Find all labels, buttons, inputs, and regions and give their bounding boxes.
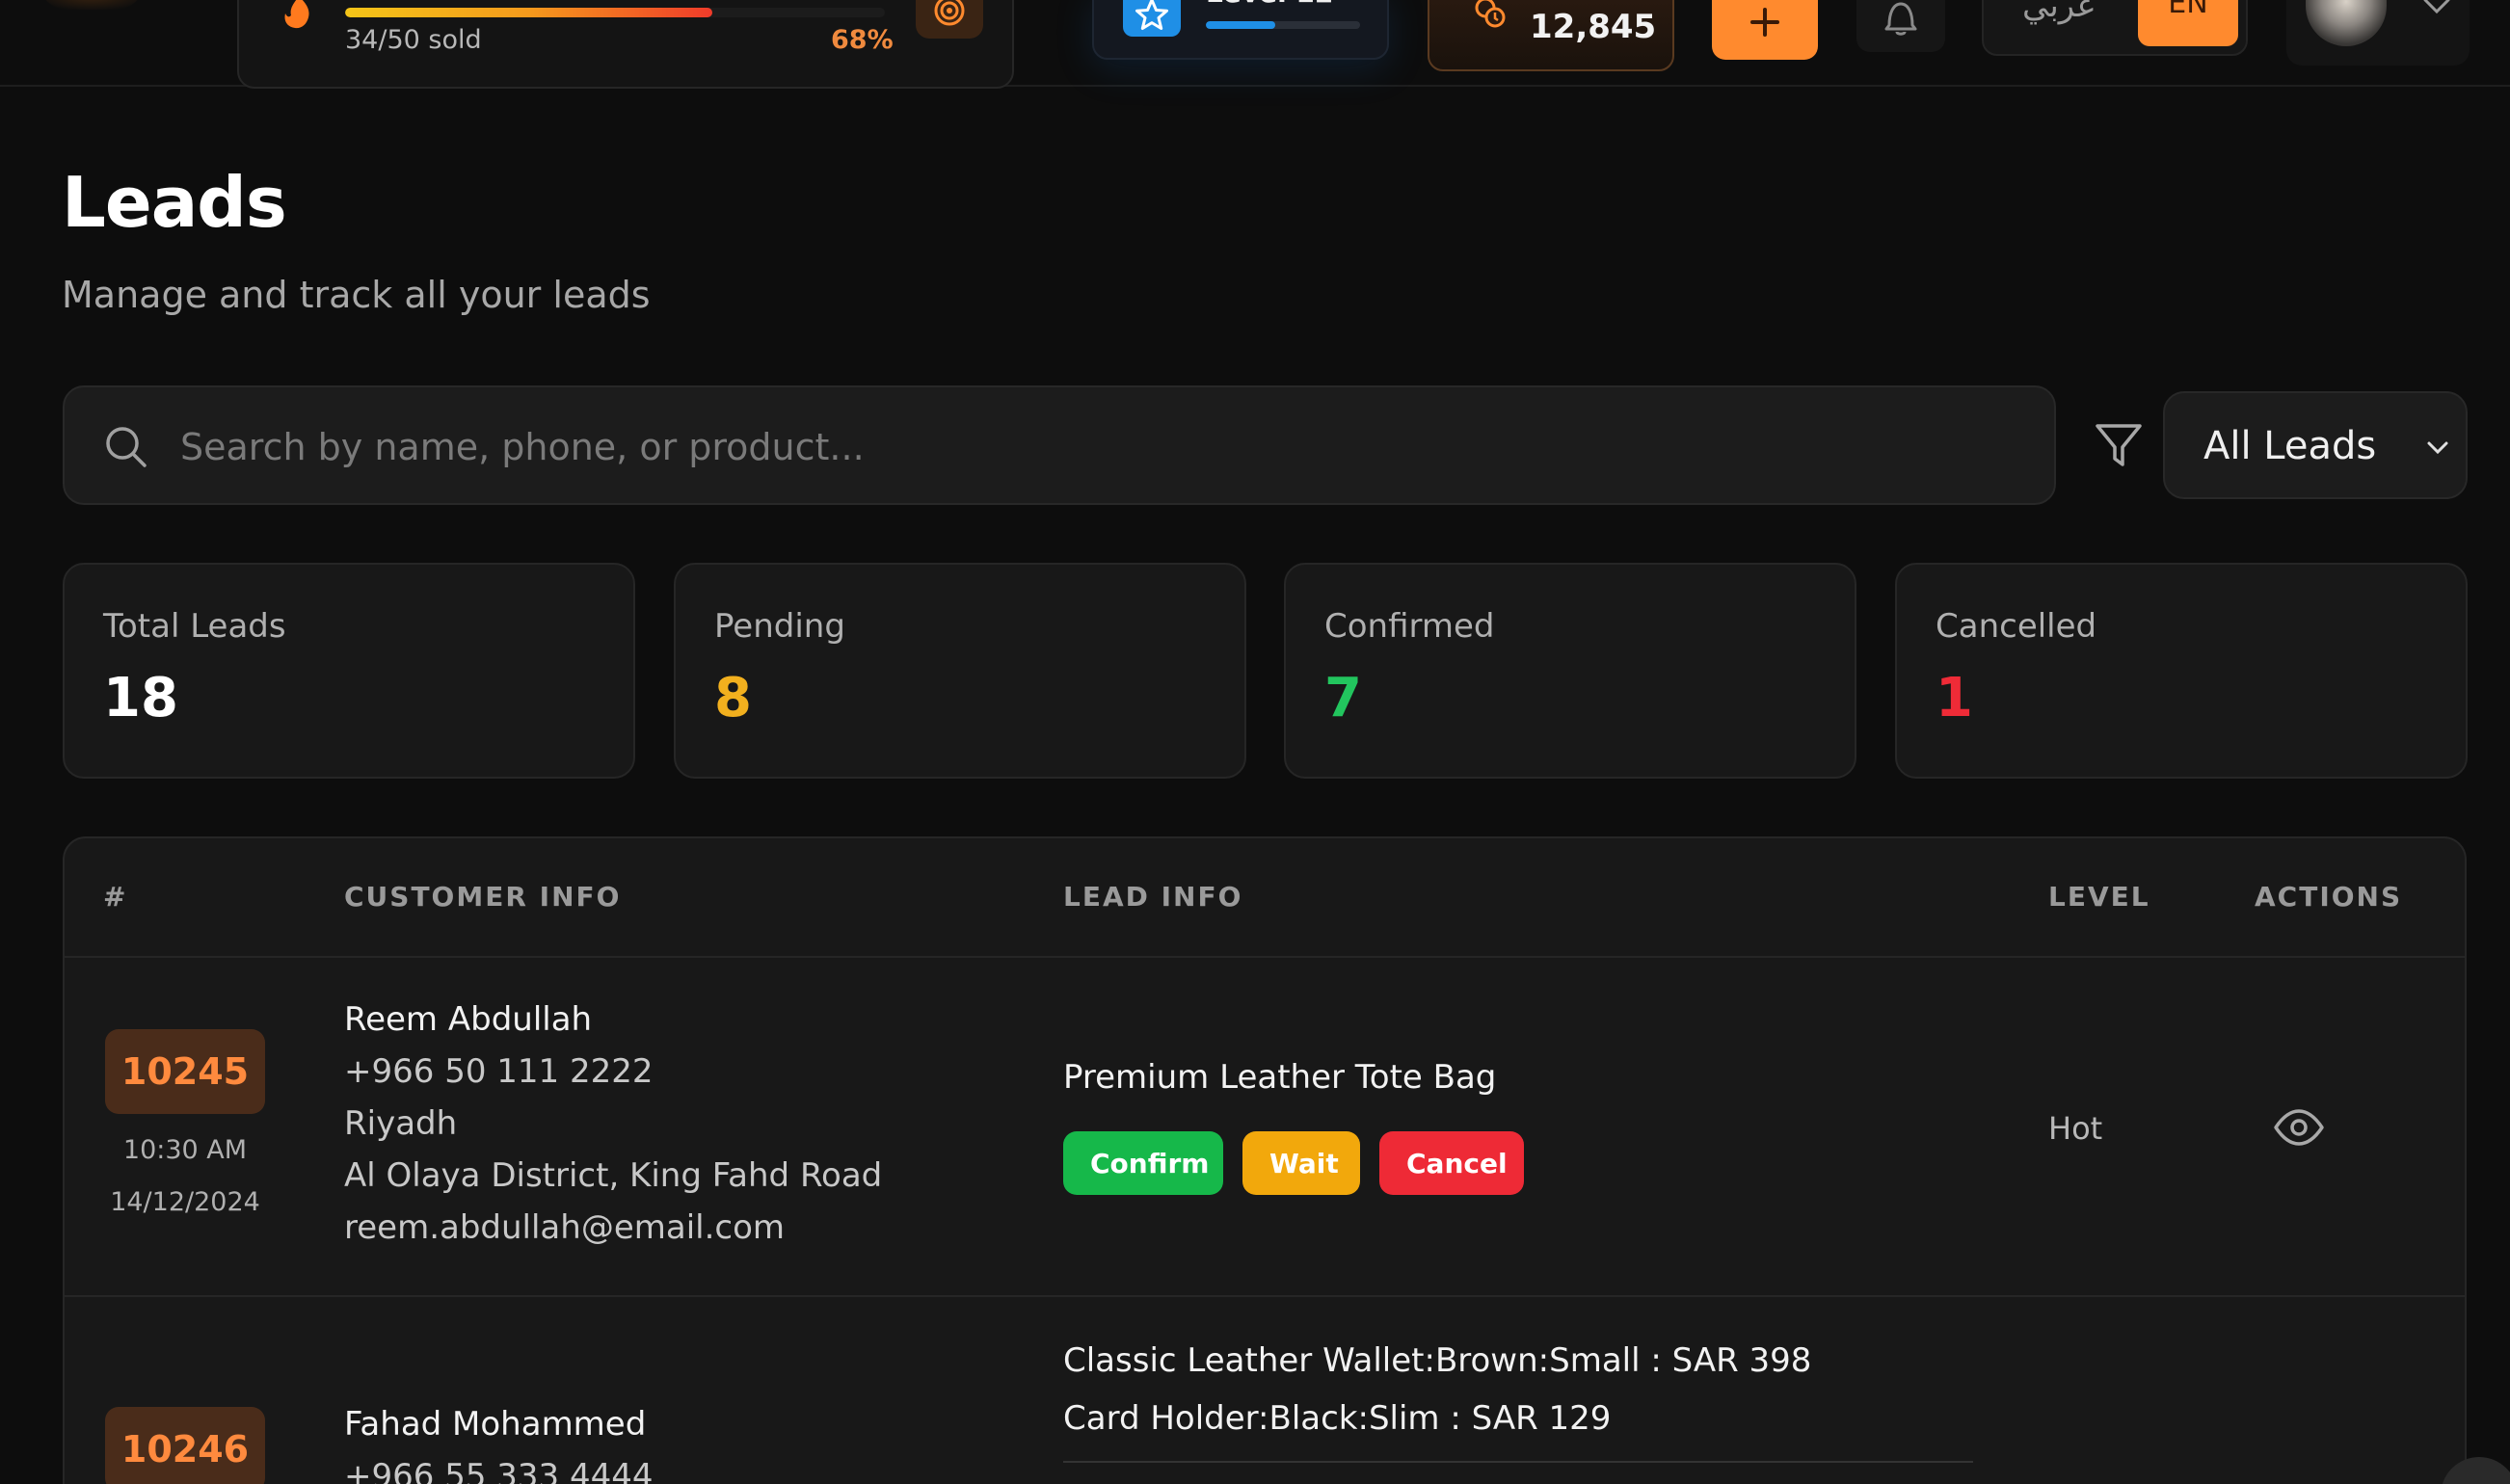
language-arabic[interactable]: عربي [2022,0,2096,25]
level-label: Level 12 [1206,0,1333,9]
column-header-customer: CUSTOMER INFO [344,881,622,913]
column-header-level: LEVEL [2048,881,2150,913]
customer-city: Riyadh [344,1104,458,1143]
chevron-down-icon [2423,0,2450,14]
stat-value: 1 [1936,667,1973,729]
wait-button[interactable]: Wait [1242,1131,1360,1195]
lead-level: Hot [2048,1110,2103,1147]
lead-product-item: Classic Leather Wallet:Brown:Small : SAR… [1063,1341,1812,1380]
language-english[interactable]: EN [2138,0,2238,46]
lead-time: 10:30 AM [122,1135,248,1165]
lead-product: Premium Leather Tote Bag [1063,1058,1497,1097]
customer-name: Reem Abdullah [344,1000,593,1039]
eye-icon [2274,1109,2324,1146]
add-button[interactable] [1712,0,1818,60]
stat-card-cancelled: Cancelled 1 [1895,563,2468,779]
filter-icon[interactable] [2094,420,2144,470]
column-header-actions: ACTIONS [2255,881,2403,913]
search-bar [63,385,2056,505]
plus-icon [1750,8,1779,37]
avatar [2306,0,2387,46]
search-icon [106,427,147,467]
notifications-button[interactable] [1856,0,1945,52]
target-icon [934,0,965,26]
stat-label: Total Leads [103,607,286,646]
view-lead-button[interactable] [2270,1099,2328,1156]
stat-card-pending: Pending 8 [674,563,1246,779]
stat-label: Cancelled [1936,607,2097,646]
points-widget[interactable]: 12,845 [1428,0,1674,71]
logo[interactable] [39,0,145,10]
sales-progress-bar [345,8,885,17]
column-header-number: # [103,881,128,913]
customer-name: Fahad Mohammed [344,1405,647,1444]
lead-id-badge[interactable]: 10246 [105,1407,265,1484]
leads-table: # CUSTOMER INFO LEAD INFO LEVEL ACTIONS … [63,836,2467,1484]
customer-phone: +966 55 333 4444 [344,1457,654,1484]
leads-filter-select[interactable]: All Leads [2163,391,2468,499]
lead-id-badge[interactable]: 10245 [105,1029,265,1114]
lead-product-item: Card Holder:Black:Slim : SAR 129 [1063,1399,1612,1438]
star-icon [1135,0,1168,30]
top-bar: 34/50 sold 68% Level 12 12,845 [0,0,2510,89]
chevron-down-icon [2427,441,2448,455]
stat-card-total: Total Leads 18 [63,563,635,779]
stat-label: Pending [714,607,845,646]
sold-count: 34/50 sold [345,25,482,55]
leads-filter-value: All Leads [2203,424,2377,468]
header-divider [65,956,2465,958]
customer-address: Al Olaya District, King Fahd Road [344,1156,883,1195]
level-progress-bar [1206,21,1360,29]
sales-target-widget[interactable]: 34/50 sold 68% [237,0,1014,89]
confirm-button[interactable]: Confirm [1063,1131,1223,1195]
target-button[interactable] [916,0,983,39]
stat-value: 8 [714,667,752,729]
level-badge [1123,0,1181,37]
customer-email: reem.abdullah@email.com [344,1208,786,1247]
row-divider [65,1295,2465,1297]
stat-value: 7 [1324,667,1362,729]
language-switcher: عربي EN [1982,0,2248,56]
sold-percent: 68% [831,25,894,55]
flame-icon [284,0,309,29]
products-divider [1063,1461,1973,1463]
customer-phone: +966 50 111 2222 [344,1052,654,1091]
user-menu[interactable] [2286,0,2470,66]
column-header-lead: LEAD INFO [1063,881,1243,913]
level-progress-fill [1206,21,1275,29]
bell-icon [1884,2,1917,36]
level-widget[interactable]: Level 12 [1092,0,1389,60]
search-input[interactable] [180,407,2012,488]
stat-card-confirmed: Confirmed 7 [1284,563,1856,779]
page-title: Leads [62,162,287,243]
points-value: 12,845 [1530,8,1657,46]
page-subtitle: Manage and track all your leads [62,274,651,316]
stat-value: 18 [103,667,178,729]
sales-progress-fill [345,8,712,17]
coins-icon [1475,0,1506,28]
lead-date: 14/12/2024 [110,1187,260,1217]
stat-label: Confirmed [1324,607,1495,646]
cancel-button[interactable]: Cancel [1379,1131,1524,1195]
